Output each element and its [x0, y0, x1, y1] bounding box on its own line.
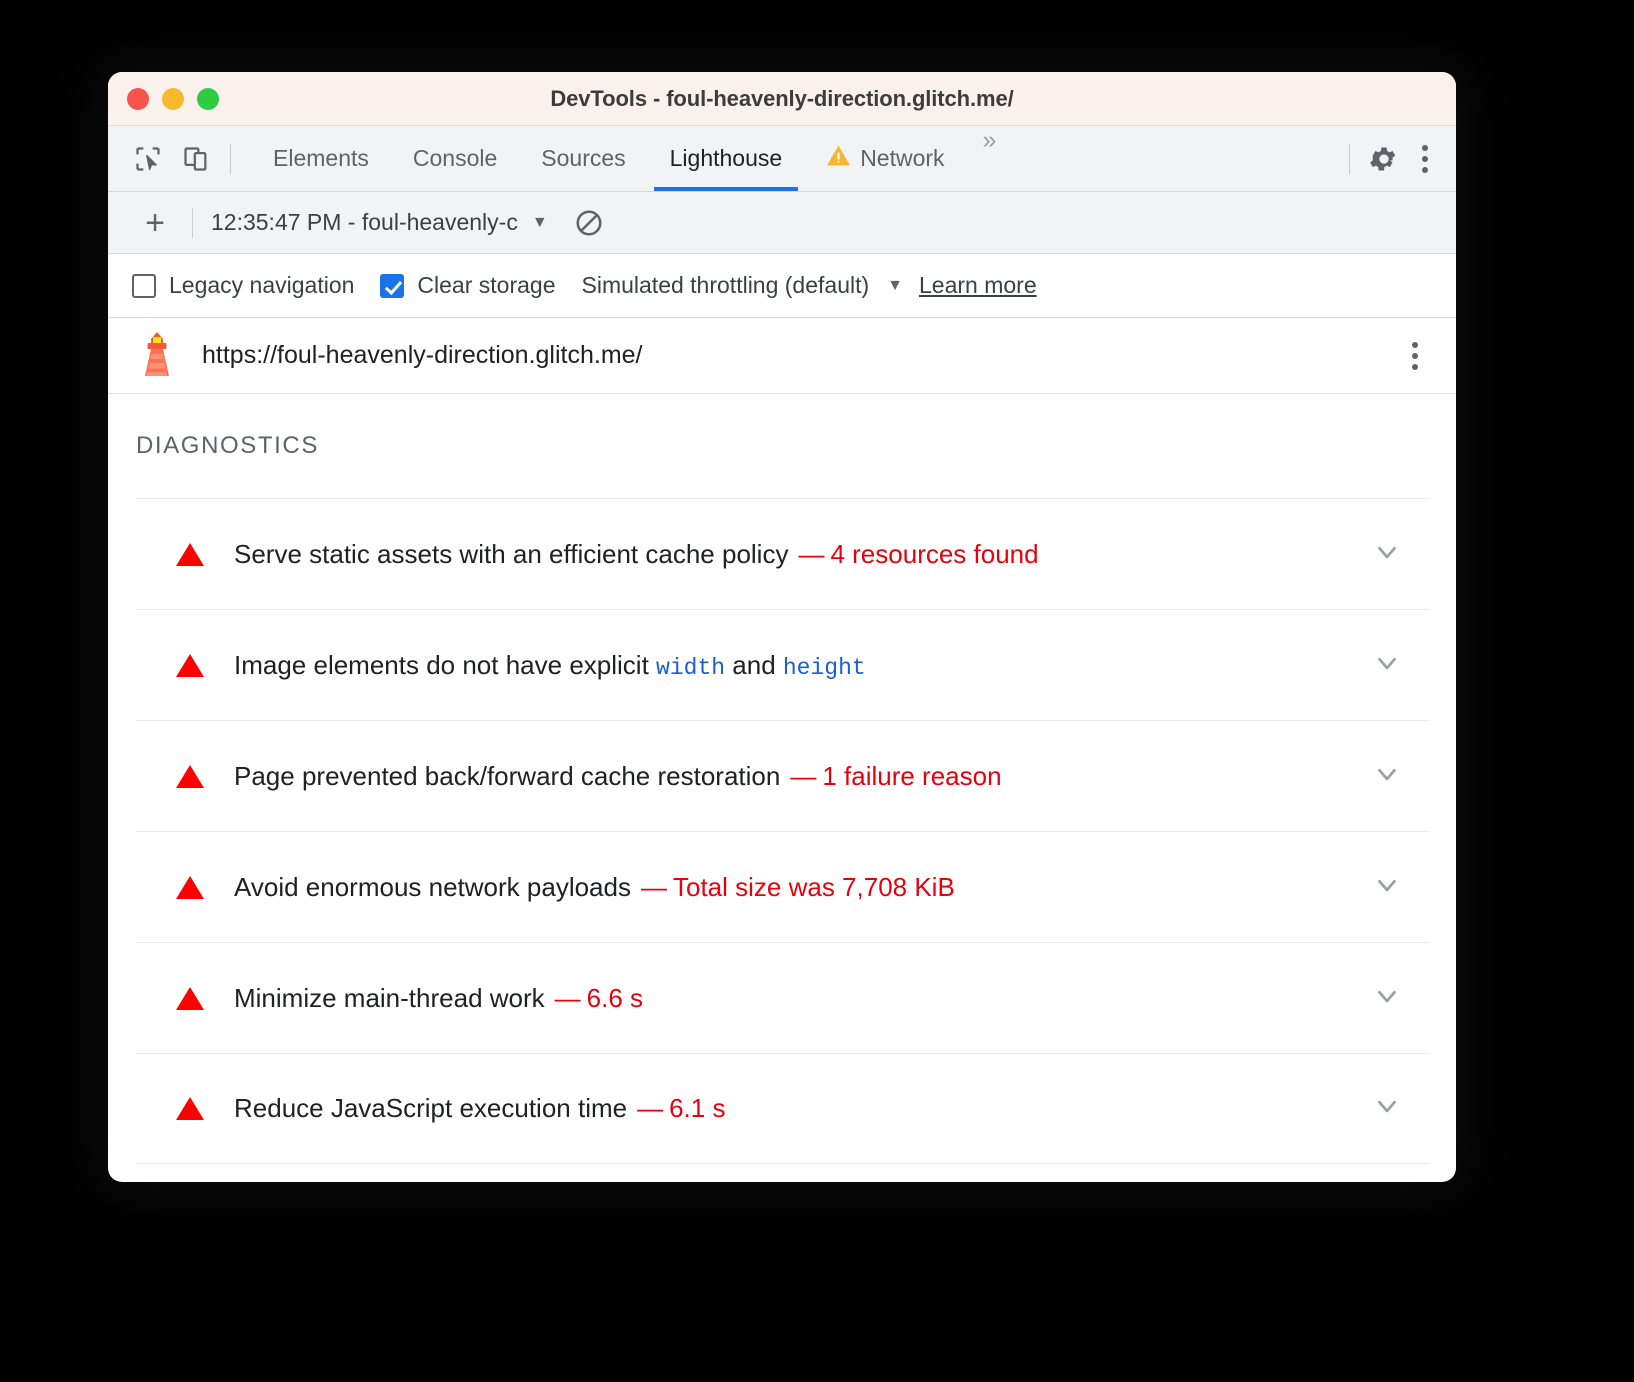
- audit-title: Serve static assets with an efficient ca…: [234, 539, 1039, 570]
- diagnostics-audit-list: Serve static assets with an efficient ca…: [108, 498, 1456, 1164]
- audit-title-text: Serve static assets with an efficient ca…: [234, 539, 788, 569]
- audit-row[interactable]: Minimize main-thread work —6.6 s: [136, 942, 1430, 1053]
- chevron-down-icon[interactable]: ▼: [887, 277, 903, 295]
- lighthouse-options-bar: Legacy navigation Clear storage Simulate…: [108, 254, 1456, 318]
- audit-value: 6.6 s: [587, 983, 643, 1013]
- clear-storage-label: Clear storage: [417, 272, 555, 299]
- checkbox-box: [132, 274, 156, 298]
- kebab-dot: [1412, 364, 1418, 370]
- audit-value: 6.1 s: [669, 1093, 725, 1123]
- audit-title-mid: and: [725, 650, 783, 680]
- tab-label: Sources: [541, 145, 625, 172]
- kebab-dot: [1422, 167, 1428, 173]
- tab-label: Lighthouse: [670, 145, 783, 172]
- audit-title: Avoid enormous network payloads —Total si…: [234, 872, 955, 903]
- warning-triangle-icon: [176, 543, 204, 566]
- audit-dash: —: [637, 1093, 663, 1123]
- diagnostics-heading: DIAGNOSTICS: [108, 394, 1456, 498]
- throttling-label: Simulated throttling (default): [582, 272, 870, 299]
- tab-network[interactable]: Network: [804, 126, 966, 191]
- report-selector-label: 12:35:47 PM - foul-heavenly-c: [211, 209, 518, 236]
- audit-value: 1 failure reason: [822, 761, 1001, 791]
- audit-row[interactable]: Page prevented back/forward cache restor…: [136, 720, 1430, 831]
- audit-dash: —: [798, 539, 824, 569]
- devtools-window: DevTools - foul-heavenly-direction.glitc…: [108, 72, 1456, 1182]
- screenshot-root: DevTools - foul-heavenly-direction.glitc…: [0, 0, 1634, 1382]
- tab-label: Elements: [273, 145, 369, 172]
- checkbox-box: [380, 274, 404, 298]
- audit-dash: —: [790, 761, 816, 791]
- audit-dash: —: [641, 872, 667, 902]
- warning-triangle-icon: [176, 876, 204, 899]
- kebab-dot: [1412, 342, 1418, 348]
- audit-row[interactable]: Image elements do not have explicit widt…: [136, 609, 1430, 720]
- audit-title-text: Reduce JavaScript execution time: [234, 1093, 627, 1123]
- tab-elements[interactable]: Elements: [251, 126, 391, 191]
- toolbar-divider: [192, 208, 193, 238]
- audit-row[interactable]: Serve static assets with an efficient ca…: [136, 498, 1430, 609]
- toolbar-divider: [230, 144, 231, 174]
- toolbar-divider: [1349, 144, 1350, 174]
- clear-storage-checkbox[interactable]: Clear storage: [380, 272, 555, 299]
- audit-dash: —: [555, 983, 581, 1013]
- warning-triangle-icon: [176, 765, 204, 788]
- warning-triangle-icon: [826, 144, 851, 173]
- chevron-down-icon[interactable]: [1372, 1091, 1402, 1126]
- audit-row[interactable]: Reduce JavaScript execution time —6.1 s: [136, 1053, 1430, 1164]
- audit-title: Page prevented back/forward cache restor…: [234, 761, 1002, 792]
- learn-more-link[interactable]: Learn more: [919, 272, 1037, 299]
- audit-value: Total size was 7,708 KiB: [673, 872, 955, 902]
- kebab-dot: [1422, 156, 1428, 162]
- audit-title-prefix: Image elements do not have explicit: [234, 650, 656, 680]
- audit-value: 4 resources found: [830, 539, 1038, 569]
- cursor-select-icon[interactable]: [124, 135, 172, 183]
- kebab-dot: [1422, 145, 1428, 151]
- report-options-kebab-menu-icon[interactable]: [1398, 332, 1432, 380]
- audit-title: Image elements do not have explicit widt…: [234, 650, 866, 681]
- kebab-menu-icon[interactable]: [1408, 135, 1442, 183]
- chevron-down-icon: ▼: [532, 214, 548, 232]
- audit-title-text: Minimize main-thread work: [234, 983, 545, 1013]
- clear-all-icon[interactable]: [574, 208, 604, 238]
- more-tabs-button[interactable]: »: [967, 126, 1013, 191]
- legacy-navigation-label: Legacy navigation: [169, 272, 354, 299]
- report-selector[interactable]: 12:35:47 PM - foul-heavenly-c ▼: [211, 209, 548, 236]
- warning-triangle-icon: [176, 987, 204, 1010]
- window-titlebar: DevTools - foul-heavenly-direction.glitc…: [108, 72, 1456, 126]
- warning-triangle-icon: [176, 1097, 204, 1120]
- tab-sources[interactable]: Sources: [519, 126, 647, 191]
- chevron-down-icon[interactable]: [1372, 870, 1402, 905]
- chevron-down-icon[interactable]: [1372, 648, 1402, 683]
- gear-icon[interactable]: [1360, 135, 1408, 183]
- report-url-row: https://foul-heavenly-direction.glitch.m…: [108, 318, 1456, 394]
- audit-code-width: width: [656, 655, 725, 681]
- tab-lighthouse[interactable]: Lighthouse: [648, 126, 805, 191]
- chevron-down-icon[interactable]: [1372, 759, 1402, 794]
- audit-code-height: height: [783, 655, 866, 681]
- kebab-dot: [1412, 353, 1418, 359]
- panel-tabs: Elements Console Sources Lighthouse: [251, 126, 1012, 191]
- lighthouse-icon: [134, 330, 180, 382]
- legacy-navigation-checkbox[interactable]: Legacy navigation: [132, 272, 354, 299]
- tab-label: Network: [860, 145, 944, 172]
- diagnostics-panel: DIAGNOSTICS Serve static assets with an …: [108, 394, 1456, 1164]
- lighthouse-runbar: + 12:35:47 PM - foul-heavenly-c ▼: [108, 192, 1456, 254]
- audit-row[interactable]: Avoid enormous network payloads —Total si…: [136, 831, 1430, 942]
- devtools-tabbar: Elements Console Sources Lighthouse: [108, 126, 1456, 192]
- tabbar-actions: [1339, 135, 1456, 183]
- chevron-down-icon[interactable]: [1372, 981, 1402, 1016]
- device-toolbar-icon[interactable]: [172, 135, 220, 183]
- report-url: https://foul-heavenly-direction.glitch.m…: [202, 341, 643, 370]
- new-report-button[interactable]: +: [132, 206, 178, 240]
- chevron-down-icon[interactable]: [1372, 537, 1402, 572]
- audit-title-text: Avoid enormous network payloads: [234, 872, 631, 902]
- audit-title: Reduce JavaScript execution time —6.1 s: [234, 1093, 725, 1124]
- audit-title-text: Page prevented back/forward cache restor…: [234, 761, 780, 791]
- warning-triangle-icon: [176, 654, 204, 677]
- tab-console[interactable]: Console: [391, 126, 519, 191]
- window-title: DevTools - foul-heavenly-direction.glitc…: [108, 86, 1456, 112]
- audit-title: Minimize main-thread work —6.6 s: [234, 983, 643, 1014]
- tab-label: Console: [413, 145, 497, 172]
